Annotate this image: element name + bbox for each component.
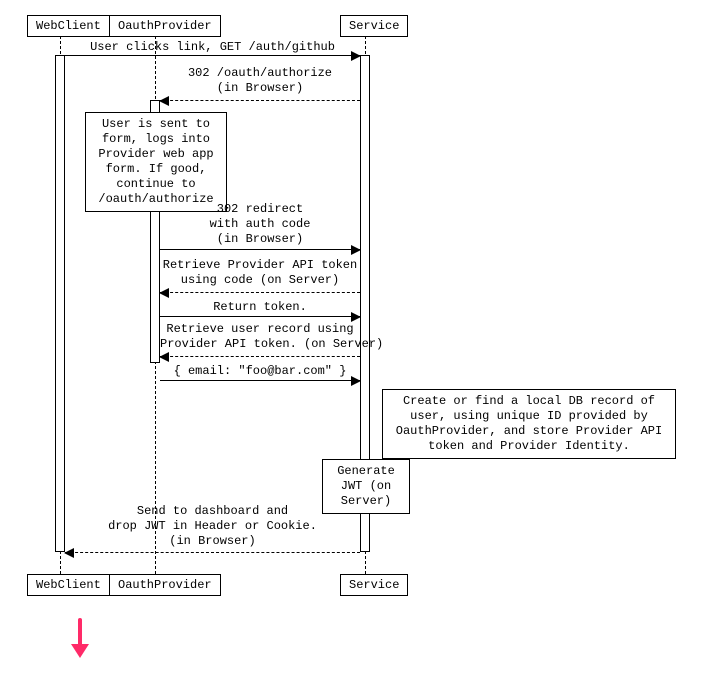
arrow-m4: [160, 292, 360, 293]
down-arrow-icon: [68, 618, 92, 658]
arrow-m1: [65, 55, 360, 56]
label-m4: Retrieve Provider API token using code (…: [160, 258, 360, 288]
arrow-m2: [160, 100, 360, 101]
arrow-m8: [65, 552, 360, 553]
arrow-m6: [160, 356, 360, 357]
note-db-record: Create or find a local DB record of user…: [382, 389, 676, 459]
label-m5: Return token.: [160, 300, 360, 315]
arrow-m3: [160, 249, 360, 250]
label-m8: Send to dashboard and drop JWT in Header…: [65, 504, 360, 549]
arrow-m5: [160, 316, 360, 317]
note-login-form: User is sent to form, logs into Provider…: [85, 112, 227, 212]
participant-oauthprovider-bottom: OauthProvider: [109, 574, 221, 596]
label-m6: Retrieve user record using Provider API …: [160, 322, 360, 352]
participant-webclient-top: WebClient: [27, 15, 110, 37]
arrow-m7: [160, 380, 360, 381]
participant-webclient-bottom: WebClient: [27, 574, 110, 596]
label-m2: 302 /oauth/authorize (in Browser): [160, 66, 360, 96]
participant-oauthprovider-top: OauthProvider: [109, 15, 221, 37]
participant-service-bottom: Service: [340, 574, 408, 596]
sequence-diagram: WebClient OauthProvider Service User cli…: [0, 0, 722, 679]
label-m1: User clicks link, GET /auth/github: [65, 40, 360, 55]
label-m7: { email: "foo@bar.com" }: [160, 364, 360, 379]
label-m3: 302 redirect with auth code (in Browser): [160, 202, 360, 247]
participant-service-top: Service: [340, 15, 408, 37]
activation-webclient: [55, 55, 65, 552]
